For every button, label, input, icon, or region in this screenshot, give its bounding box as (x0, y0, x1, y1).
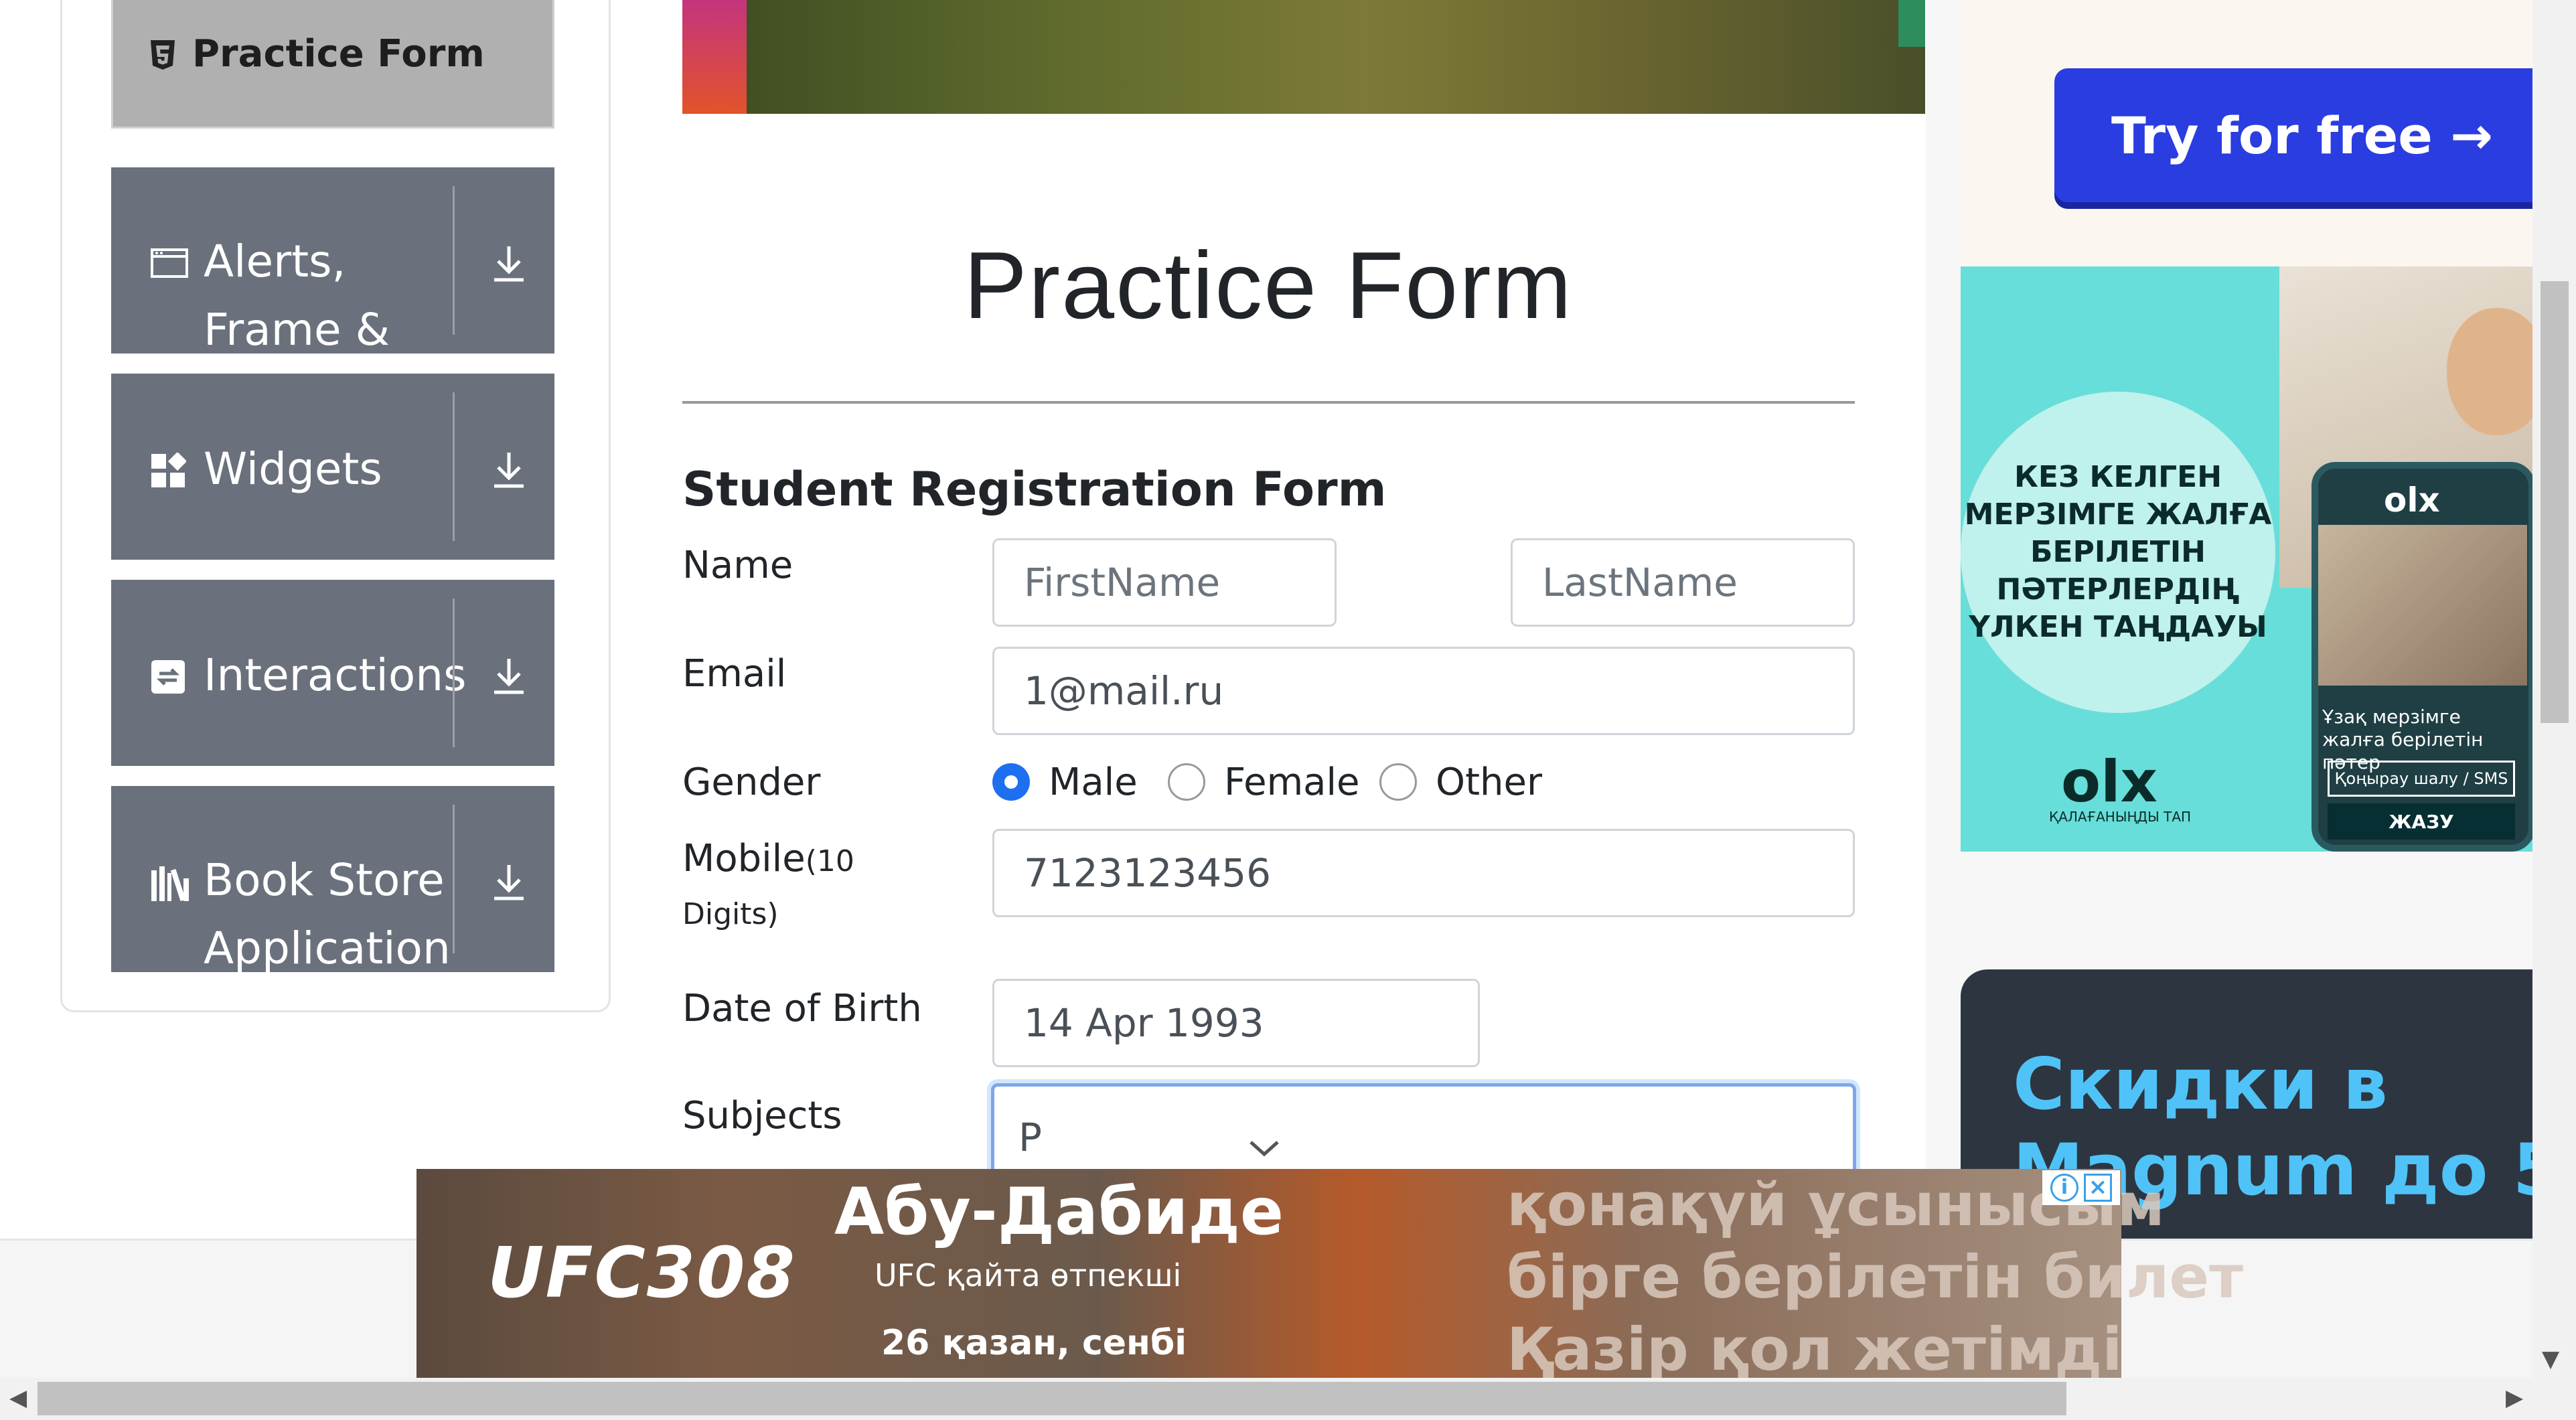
mobile-label-hint: (10 (805, 844, 854, 878)
olx-phone-image (2318, 525, 2527, 686)
olx-call-button[interactable]: Қоңырау шалу / SMS (2328, 761, 2515, 797)
olx-phone-logo: olx (2384, 481, 2440, 520)
last-name-input[interactable]: LastName (1511, 538, 1855, 627)
sidebar-group-book-store[interactable]: Book Store Application (111, 786, 554, 972)
divider (453, 805, 455, 953)
email-input[interactable]: 1@mail.ru (992, 647, 1855, 735)
ufc-logo: UFC308 (487, 1232, 796, 1314)
mobile-label: Mobile(10 (682, 837, 854, 880)
header-banner-image (682, 0, 1925, 114)
divider (453, 186, 455, 335)
banner-right-accent (1898, 0, 1925, 47)
page-title: Practice Form (964, 232, 1573, 339)
html5-icon (151, 40, 175, 70)
olx-logo-sub: ҚАЛАҒАНЫҢДЫ ТАП (2049, 809, 2192, 825)
ad-close-icon[interactable]: × (2084, 1174, 2112, 1202)
dob-label: Date of Birth (682, 987, 922, 1030)
scroll-right-arrow-icon[interactable]: ▶ (2506, 1385, 2523, 1411)
divider (453, 599, 455, 747)
gender-female-radio[interactable] (1168, 763, 1205, 801)
horizontal-scrollbar-thumb[interactable] (37, 1382, 2066, 1415)
subjects-label: Subjects (682, 1094, 842, 1137)
olx-write-button[interactable]: ЖАЗУ (2328, 803, 2515, 840)
bookstore-icon (151, 866, 189, 902)
ufc-ad-right-text: қонақүй ұсынысым бірге берілетін билет Қ… (1507, 1170, 2243, 1384)
gender-label: Gender (682, 761, 821, 804)
sidebar-group-widgets[interactable]: Widgets (111, 374, 554, 560)
divider (682, 401, 1855, 404)
ad-info-icon[interactable]: i (2050, 1174, 2078, 1202)
widgets-icon (151, 453, 186, 487)
email-label: Email (682, 652, 787, 696)
mobile-label-hint-line2: Digits) (682, 897, 779, 931)
dob-value: 14 Apr 1993 (1024, 1000, 1264, 1046)
ufc-ad-subtitle: UFC қайта өтпекші (875, 1257, 1182, 1293)
download-icon[interactable] (491, 862, 526, 902)
vertical-scrollbar-thumb[interactable] (2541, 281, 2569, 723)
download-icon[interactable] (491, 656, 526, 696)
scroll-down-arrow-icon[interactable]: ▼ (2542, 1346, 2559, 1372)
sidebar-group-label: Book Store Application (204, 854, 451, 972)
sidebar-group-alerts-frame-windows[interactable]: Alerts, Frame & Windows (111, 167, 554, 424)
first-name-placeholder: FirstName (1024, 560, 1221, 605)
sidebar-item-practice-form[interactable]: Practice Form (111, 0, 554, 129)
olx-ad-text: КЕЗ КЕЛГЕН МЕРЗІМГЕ ЖАЛҒА БЕРІЛЕТІН ПӘТЕ… (1961, 392, 2275, 713)
gender-female-label[interactable]: Female (1224, 761, 1359, 804)
first-name-input[interactable]: FirstName (992, 538, 1337, 627)
download-icon[interactable] (491, 244, 526, 284)
download-icon[interactable] (491, 450, 526, 490)
last-name-placeholder: LastName (1542, 560, 1738, 605)
dob-input[interactable]: 14 Apr 1993 (992, 979, 1480, 1067)
email-value: 1@mail.ru (1024, 668, 1224, 714)
sidebar-group-interactions[interactable]: Interactions (111, 580, 554, 766)
gender-other-radio[interactable] (1379, 763, 1417, 801)
mobile-input[interactable]: 7123123456 (992, 829, 1855, 917)
sidebar-item-label: Practice Form (192, 32, 485, 76)
ufc-ad-date: 26 қазан, сенбі (881, 1323, 1187, 1363)
try-for-free-button[interactable]: Try for free → (2054, 68, 2550, 202)
ufc-ad-city: Абу-Дабиде (834, 1174, 1284, 1249)
mobile-label-text: Mobile (682, 837, 806, 880)
ad-choices[interactable]: i × (2042, 1170, 2120, 1205)
gender-male-label[interactable]: Male (1049, 761, 1138, 804)
interactions-icon (151, 660, 185, 694)
banner-left-accent (682, 0, 747, 114)
gender-other-label[interactable]: Other (1436, 761, 1542, 804)
divider (453, 392, 455, 541)
form-heading: Student Registration Form (682, 462, 1387, 517)
subjects-value: P (1018, 1115, 1042, 1160)
mobile-value: 7123123456 (1024, 850, 1272, 896)
window-icon (151, 248, 188, 278)
chevron-down-icon[interactable] (1248, 1138, 1280, 1158)
sidebar-group-label: Widgets (204, 443, 382, 495)
olx-logo: olx (2061, 748, 2158, 815)
scroll-left-arrow-icon[interactable]: ◀ (9, 1385, 27, 1411)
name-label: Name (682, 544, 793, 587)
page-root: Practice Form Alerts, Frame & Windows Wi… (0, 0, 2576, 1420)
sidebar-group-label: Interactions (204, 649, 467, 701)
gender-male-radio[interactable] (992, 763, 1030, 801)
